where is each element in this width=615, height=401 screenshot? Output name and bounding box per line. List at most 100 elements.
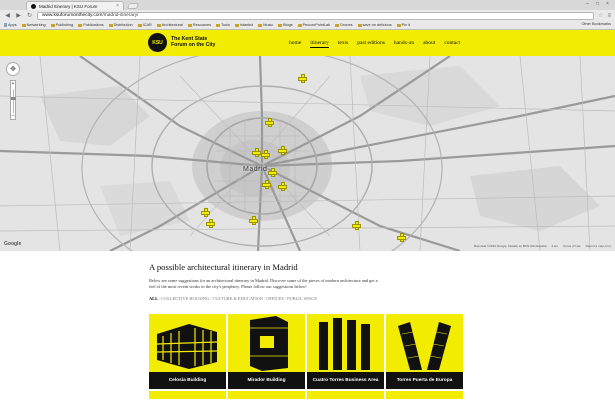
apps-icon bbox=[4, 23, 7, 27]
bookmark-item[interactable]: Tools bbox=[216, 23, 230, 27]
filter-offices[interactable]: OFFICES bbox=[266, 296, 284, 301]
bookmark-label: save on delicious bbox=[362, 23, 392, 27]
map[interactable]: ✥ + – Madrid Google Map data ©2013 Googl… bbox=[0, 56, 615, 251]
building-card[interactable] bbox=[307, 391, 384, 399]
browser-tab[interactable]: Madrid Itinerary | KSU Forum × bbox=[26, 1, 124, 10]
bookmark-label: Blogs bbox=[283, 23, 293, 27]
nav-about[interactable]: about bbox=[423, 40, 435, 48]
map-marker[interactable] bbox=[262, 180, 271, 189]
bookmark-item[interactable]: Drones bbox=[335, 23, 353, 27]
building-card[interactable]: Cuatro Torres Business Area bbox=[307, 314, 384, 389]
building-card-label[interactable]: Celosía Building bbox=[149, 372, 226, 389]
filter-collective-housing[interactable]: COLLECTIVE HOUSING bbox=[161, 296, 209, 301]
close-window-icon[interactable]: × bbox=[604, 1, 611, 8]
terms-link[interactable]: Terms of Use bbox=[563, 244, 581, 248]
map-marker[interactable] bbox=[268, 168, 277, 177]
map-marker[interactable] bbox=[352, 221, 361, 230]
building-card[interactable] bbox=[228, 391, 305, 399]
new-tab-button[interactable] bbox=[126, 3, 140, 9]
map-data-credit: Map data ©2013 Google, basado en BCN IGN… bbox=[473, 244, 547, 248]
building-card-label[interactable]: Torres Puerta de Europa bbox=[386, 372, 463, 389]
bookmark-item[interactable]: Distribution bbox=[108, 23, 133, 27]
bookmark-item[interactable]: save on delicious bbox=[357, 23, 392, 27]
zoom-slider-handle[interactable] bbox=[11, 97, 16, 100]
map-marker[interactable] bbox=[261, 150, 270, 159]
building-card-label[interactable]: Mirador Building bbox=[228, 372, 305, 389]
bookmark-label: Music bbox=[263, 23, 274, 27]
address-bar[interactable]: www.ksuforumonthecity.com/madrid-itinera… bbox=[37, 11, 595, 20]
nav-texts[interactable]: texts bbox=[338, 40, 348, 48]
window-controls: – □ × bbox=[584, 1, 611, 8]
bookmark-star-icon[interactable]: ☆ bbox=[598, 12, 603, 19]
folder-icon bbox=[297, 23, 302, 27]
folder-icon bbox=[50, 23, 55, 27]
site-title[interactable]: The Kent State Forum on the City bbox=[171, 36, 215, 48]
map-marker[interactable] bbox=[265, 118, 274, 127]
google-logo[interactable]: Google bbox=[4, 241, 21, 247]
forward-icon[interactable]: ▶ bbox=[15, 12, 22, 19]
bookmark-item[interactable]: Istanbul bbox=[234, 23, 254, 27]
map-marker[interactable] bbox=[249, 216, 258, 225]
building-card-label[interactable]: Cuatro Torres Business Area bbox=[307, 372, 384, 389]
nav-past-editions[interactable]: past editions bbox=[357, 40, 385, 48]
bookmark-item[interactable]: ICAR bbox=[137, 23, 152, 27]
filter-public-space[interactable]: PUBLIC SPACE bbox=[287, 296, 317, 301]
page-title: A possible architectural itinerary in Ma… bbox=[149, 262, 298, 272]
map-marker[interactable] bbox=[206, 219, 215, 228]
nav-home[interactable]: home bbox=[289, 40, 301, 48]
bookmark-item[interactable]: Resources bbox=[187, 23, 212, 27]
minimize-icon[interactable]: – bbox=[584, 1, 591, 8]
map-canvas[interactable] bbox=[0, 56, 615, 251]
bookmark-item[interactable]: Music bbox=[258, 23, 273, 27]
other-bookmarks[interactable]: Other Bookmarks bbox=[580, 22, 611, 26]
bookmark-item[interactable]: Architectural bbox=[156, 23, 183, 27]
back-icon[interactable]: ◀ bbox=[4, 12, 11, 19]
ksu-logo[interactable]: KSU bbox=[148, 33, 167, 52]
bookmark-item[interactable]: Blogs bbox=[278, 23, 293, 27]
report-error-link[interactable]: Report a map error bbox=[586, 244, 611, 248]
map-marker[interactable] bbox=[298, 74, 307, 83]
logo-text: KSU bbox=[152, 39, 163, 46]
filter-all[interactable]: ALL bbox=[149, 296, 158, 301]
building-card[interactable] bbox=[149, 391, 226, 399]
map-marker[interactable] bbox=[397, 233, 406, 242]
building-card[interactable] bbox=[386, 391, 463, 399]
favicon-icon bbox=[31, 3, 36, 9]
bookmark-label: Tools bbox=[221, 23, 230, 27]
bookmark-label: PecconPointLab bbox=[302, 23, 331, 27]
building-card[interactable]: Celosía Building bbox=[149, 314, 226, 389]
nav-itinerary[interactable]: itinerary bbox=[310, 40, 329, 48]
bookmark-item[interactable]: Publications bbox=[78, 23, 104, 27]
reload-icon[interactable]: ↻ bbox=[26, 12, 33, 19]
map-marker[interactable] bbox=[201, 208, 210, 217]
bookmark-item[interactable]: Pin it bbox=[396, 23, 411, 27]
map-marker[interactable] bbox=[252, 148, 261, 157]
building-card[interactable]: Mirador Building bbox=[228, 314, 305, 389]
filter-culture-education[interactable]: CULTURE & EDUCATION bbox=[212, 296, 263, 301]
menu-icon[interactable]: ≡ bbox=[607, 13, 611, 19]
zoom-out-icon[interactable]: – bbox=[11, 113, 15, 119]
map-marker[interactable] bbox=[278, 146, 287, 155]
bookmark-item[interactable]: Publishing bbox=[50, 23, 74, 27]
bookmark-label: Resources bbox=[192, 23, 212, 27]
bookmark-item[interactable]: Networking bbox=[21, 23, 46, 27]
map-pan-control[interactable]: ✥ bbox=[6, 62, 20, 76]
bookmark-label: Architectural bbox=[161, 23, 183, 27]
folder-icon bbox=[187, 23, 192, 27]
bookmark-label: Distribution bbox=[113, 23, 133, 27]
bookmark-label: Pin it bbox=[401, 23, 411, 27]
nav-contact[interactable]: contact bbox=[444, 40, 460, 48]
map-marker[interactable] bbox=[278, 182, 287, 191]
close-icon[interactable]: × bbox=[116, 3, 119, 9]
map-zoom-control[interactable]: + – bbox=[10, 80, 16, 120]
bookmark-item[interactable]: Apps bbox=[4, 23, 17, 27]
bookmark-label: Istanbul bbox=[239, 23, 254, 27]
zoom-in-icon[interactable]: + bbox=[11, 81, 15, 87]
bookmark-item[interactable]: PecconPointLab bbox=[297, 23, 331, 27]
nav-hands-on[interactable]: hands-on bbox=[394, 40, 414, 48]
folder-icon bbox=[396, 23, 401, 27]
building-card[interactable]: Torres Puerta de Europa bbox=[386, 314, 463, 389]
maximize-icon[interactable]: □ bbox=[594, 1, 601, 8]
bookmark-label: Publishing bbox=[55, 23, 74, 27]
zoom-track[interactable] bbox=[13, 89, 14, 113]
